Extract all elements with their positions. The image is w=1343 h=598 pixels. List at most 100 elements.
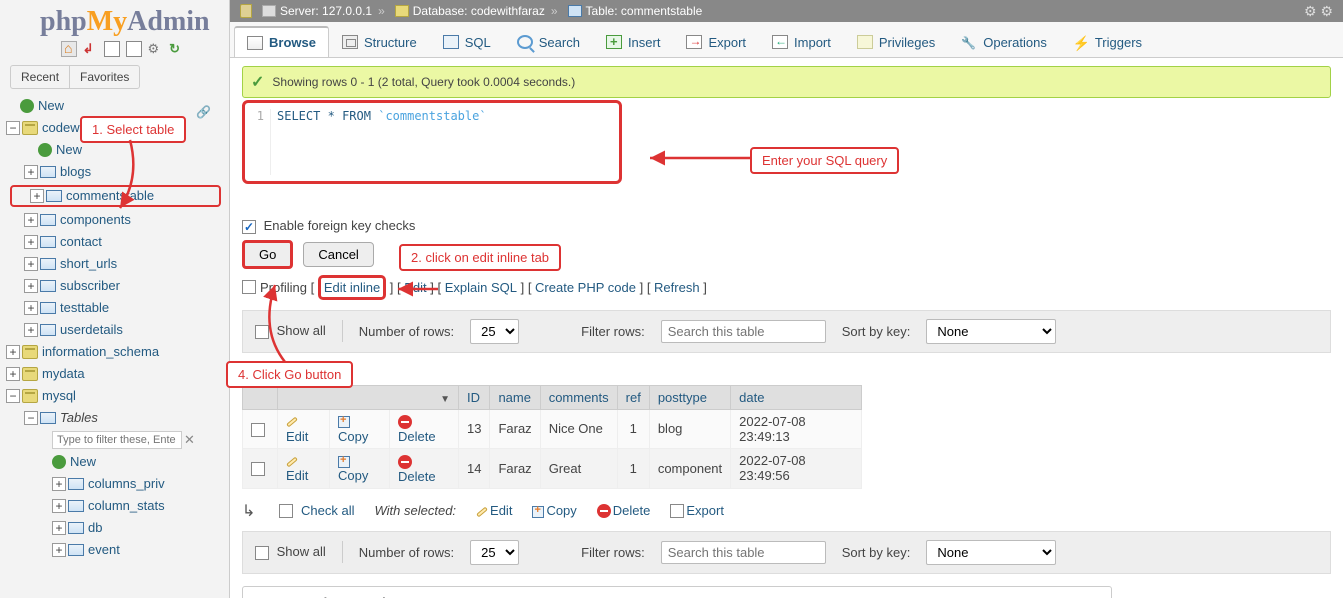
tree-table-testtable[interactable]: + testtable bbox=[6, 297, 225, 319]
tree-table-contact[interactable]: + contact bbox=[6, 231, 225, 253]
bulk-export[interactable]: Export bbox=[686, 503, 724, 518]
fk-checkbox-label[interactable]: Enable foreign key checks bbox=[242, 218, 415, 234]
expand-icon[interactable]: + bbox=[52, 521, 66, 535]
tree-table[interactable]: + db bbox=[6, 517, 225, 539]
tab-sql[interactable]: SQL bbox=[430, 26, 504, 57]
tab-export[interactable]: Export bbox=[673, 26, 759, 57]
tree-table[interactable]: + columns_priv bbox=[6, 473, 225, 495]
panel-handle-icon[interactable] bbox=[240, 4, 252, 18]
check-all-checkbox[interactable] bbox=[279, 504, 293, 518]
expand-icon[interactable]: + bbox=[6, 367, 20, 381]
tree-mysql-tables[interactable]: − Tables bbox=[6, 407, 225, 429]
showall-checkbox-b[interactable] bbox=[255, 546, 269, 560]
tab-search[interactable]: Search bbox=[504, 26, 593, 57]
tab-browse[interactable]: Browse bbox=[234, 26, 329, 57]
nav-icon[interactable] bbox=[126, 41, 142, 57]
docs-icon[interactable] bbox=[104, 41, 120, 57]
tab-operations[interactable]: Operations bbox=[948, 26, 1060, 57]
showall-checkbox[interactable] bbox=[255, 325, 269, 339]
tree-table-subscriber[interactable]: + subscriber bbox=[6, 275, 225, 297]
tab-import[interactable]: Import bbox=[759, 26, 844, 57]
row-edit[interactable]: Edit bbox=[286, 468, 308, 483]
expand-icon[interactable]: + bbox=[24, 301, 38, 315]
filter-input[interactable] bbox=[661, 320, 826, 343]
collapse-icon[interactable]: − bbox=[24, 411, 38, 425]
bulk-copy[interactable]: Copy bbox=[546, 503, 576, 518]
tree-table[interactable]: + column_stats bbox=[6, 495, 225, 517]
tab-insert[interactable]: Insert bbox=[593, 26, 674, 57]
sql-code[interactable]: SELECT * FROM `commentstable` bbox=[271, 109, 487, 175]
edit-link[interactable]: Edit bbox=[404, 280, 426, 295]
expand-icon[interactable]: + bbox=[24, 235, 38, 249]
sql-editor[interactable]: 1 SELECT * FROM `commentstable` bbox=[242, 100, 622, 184]
link-icon[interactable]: 🔗 bbox=[196, 105, 211, 119]
refresh-link[interactable]: Refresh bbox=[654, 280, 700, 295]
row-copy[interactable]: Copy bbox=[338, 468, 368, 483]
expand-icon[interactable]: + bbox=[24, 165, 38, 179]
tree-table-blogs[interactable]: + blogs bbox=[6, 161, 225, 183]
row-checkbox[interactable] bbox=[251, 462, 265, 476]
fk-checkbox[interactable] bbox=[242, 220, 256, 234]
th-posttype[interactable]: posttype bbox=[649, 385, 730, 409]
home-icon[interactable] bbox=[61, 41, 77, 57]
tree-db-codewithfaraz[interactable]: − codewithfaraz bbox=[6, 117, 225, 139]
check-all-label[interactable]: Check all bbox=[279, 503, 354, 519]
collapse-icon[interactable]: − bbox=[6, 121, 20, 135]
expand-icon[interactable]: + bbox=[24, 213, 38, 227]
tree-table-components[interactable]: + components bbox=[6, 209, 225, 231]
expand-icon[interactable]: + bbox=[24, 323, 38, 337]
numrows-select-b[interactable]: 25 bbox=[470, 540, 519, 565]
th-id[interactable]: ID bbox=[458, 385, 489, 409]
expand-icon[interactable]: + bbox=[30, 189, 44, 203]
sort-t-icon[interactable]: ⊤ bbox=[263, 365, 274, 381]
bc-db[interactable]: codewithfaraz bbox=[471, 4, 545, 18]
sort-left-icon[interactable]: ← bbox=[248, 365, 261, 380]
th-ref[interactable]: ref bbox=[617, 385, 649, 409]
sort-select-b[interactable]: None bbox=[926, 540, 1056, 565]
filter-input-b[interactable] bbox=[661, 541, 826, 564]
tree-db-mysql[interactable]: − mysql bbox=[6, 385, 225, 407]
bulk-delete[interactable]: Delete bbox=[613, 503, 651, 518]
tree-db-mydata[interactable]: + mydata bbox=[6, 363, 225, 385]
explain-link[interactable]: Explain SQL bbox=[445, 280, 517, 295]
tab-recent[interactable]: Recent bbox=[11, 66, 70, 88]
th-name[interactable]: name bbox=[490, 385, 540, 409]
settings-icon[interactable] bbox=[148, 41, 164, 57]
expand-icon[interactable]: + bbox=[52, 499, 66, 513]
numrows-select[interactable]: 25 bbox=[470, 319, 519, 344]
row-checkbox[interactable] bbox=[251, 423, 265, 437]
expand-icon[interactable]: + bbox=[24, 257, 38, 271]
sort-right-icon[interactable]: → bbox=[276, 365, 289, 380]
tab-privileges[interactable]: Privileges bbox=[844, 26, 948, 57]
tree-cwf-new[interactable]: New bbox=[6, 139, 225, 161]
bulk-edit[interactable]: Edit bbox=[490, 503, 512, 518]
go-button[interactable]: Go bbox=[242, 240, 293, 269]
reload-icon[interactable] bbox=[169, 41, 185, 57]
tab-triggers[interactable]: Triggers bbox=[1060, 26, 1155, 57]
row-delete[interactable]: Delete bbox=[398, 429, 436, 444]
row-copy[interactable]: Copy bbox=[338, 429, 368, 444]
tree-mysql-new[interactable]: New bbox=[6, 451, 225, 473]
th-date[interactable]: date bbox=[731, 385, 862, 409]
tree-new[interactable]: New bbox=[6, 95, 225, 117]
tree-table[interactable]: + event bbox=[6, 539, 225, 561]
expand-icon[interactable]: + bbox=[52, 477, 66, 491]
sort-select[interactable]: None bbox=[926, 319, 1056, 344]
tree-table-shorturls[interactable]: + short_urls bbox=[6, 253, 225, 275]
tree-db-infoschema[interactable]: + information_schema bbox=[6, 341, 225, 363]
row-edit[interactable]: Edit bbox=[286, 429, 308, 444]
expand-icon[interactable]: + bbox=[52, 543, 66, 557]
bc-table[interactable]: commentstable bbox=[621, 4, 702, 18]
tree-filter-input[interactable] bbox=[52, 431, 182, 449]
page-settings-icon[interactable]: ⚙ ⚙ bbox=[1304, 3, 1333, 20]
bc-server[interactable]: 127.0.0.1 bbox=[322, 4, 372, 18]
profiling-checkbox[interactable] bbox=[242, 280, 256, 294]
expand-icon[interactable]: + bbox=[6, 345, 20, 359]
edit-inline-link[interactable]: Edit inline bbox=[318, 275, 386, 300]
tree-table-userdetails[interactable]: + userdetails bbox=[6, 319, 225, 341]
showall-label-b[interactable]: Show all bbox=[255, 544, 326, 560]
tab-favorites[interactable]: Favorites bbox=[70, 66, 139, 88]
clear-icon[interactable]: ✕ bbox=[184, 432, 195, 448]
tree-table-commentstable[interactable]: + commentstable bbox=[10, 185, 221, 207]
showall-label[interactable]: Show all bbox=[255, 323, 326, 339]
